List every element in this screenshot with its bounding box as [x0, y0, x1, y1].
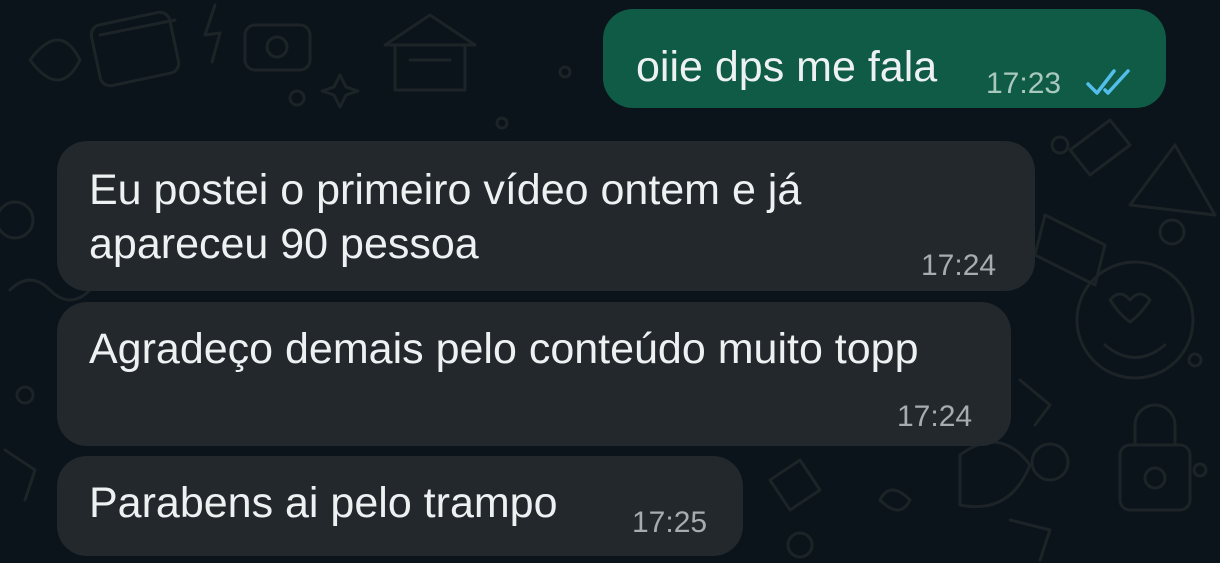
- message-time: 17:23: [986, 67, 1062, 100]
- incoming-message-bubble[interactable]: Parabens ai pelo trampo 17:25: [57, 456, 743, 556]
- message-time: 17:24: [921, 249, 997, 282]
- incoming-message-bubble[interactable]: Eu postei o primeiro vídeo ontem e já ap…: [57, 141, 1035, 291]
- chat-area[interactable]: oiie dps me fala 17:23 Eu postei o prime…: [0, 0, 1220, 563]
- message-text: Agradeço demais pelo conteúdo muito topp: [89, 325, 919, 373]
- incoming-message-bubble[interactable]: Agradeço demais pelo conteúdo muito topp…: [57, 302, 1011, 446]
- message-text: oiie dps me fala: [636, 43, 938, 91]
- message-time: 17:24: [897, 400, 973, 433]
- message-time: 17:25: [632, 506, 708, 539]
- double-check-read-icon: [1086, 69, 1130, 95]
- message-text: Parabens ai pelo trampo: [89, 479, 558, 527]
- outgoing-message-bubble[interactable]: oiie dps me fala 17:23: [603, 9, 1166, 108]
- message-text: Eu postei o primeiro vídeo ontem e já ap…: [89, 166, 802, 268]
